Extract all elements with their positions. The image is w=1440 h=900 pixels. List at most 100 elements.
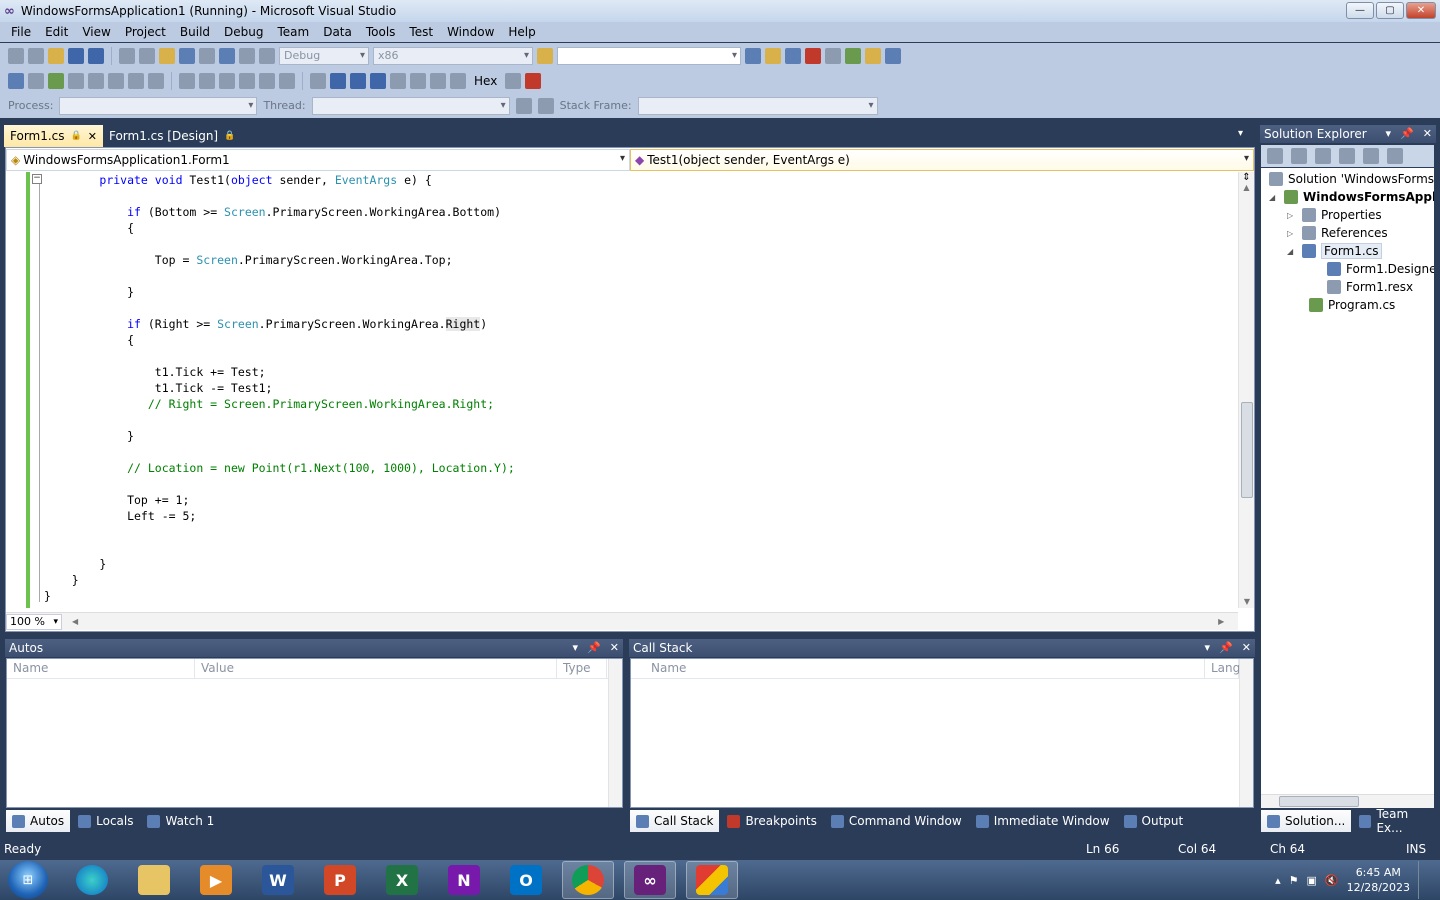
scroll-down-icon[interactable]: ▼ <box>1239 597 1255 606</box>
panel-close-icon[interactable]: ✕ <box>1242 639 1251 657</box>
menu-window[interactable]: Window <box>440 25 501 39</box>
paste-icon[interactable] <box>159 47 175 64</box>
pin-icon[interactable]: 📌 <box>587 639 601 657</box>
extension-icon[interactable] <box>845 47 861 64</box>
scroll-thumb[interactable] <box>1279 796 1359 807</box>
show-next-statement-icon[interactable] <box>390 72 406 89</box>
indent-icon[interactable] <box>108 72 124 89</box>
column-lang[interactable]: Lang <box>1205 659 1240 678</box>
view-code-icon[interactable] <box>1339 148 1355 164</box>
clear-bookmarks-icon[interactable] <box>239 72 255 89</box>
tree-item-form1-resx[interactable]: Form1.resx <box>1327 278 1413 296</box>
navigate-forward-icon[interactable] <box>239 47 255 64</box>
close-tab-icon[interactable]: ✕ <box>88 126 97 147</box>
tab-form1-design[interactable]: Form1.cs [Design] 🔒 <box>103 125 241 147</box>
collapsed-icon[interactable]: ▷ <box>1287 211 1297 220</box>
quick-info-icon[interactable] <box>28 72 44 89</box>
taskbar-media-player[interactable]: ▶ <box>190 861 242 899</box>
tab-watch1[interactable]: Watch 1 <box>141 810 220 832</box>
pin-icon[interactable]: 📌 <box>1219 639 1233 657</box>
panel-close-icon[interactable]: ✕ <box>1423 125 1432 143</box>
scroll-right-icon[interactable]: ▶ <box>1218 617 1224 626</box>
stop-debugging-icon[interactable] <box>350 72 366 89</box>
cut-icon[interactable] <box>119 47 135 64</box>
expanded-icon[interactable]: ◢ <box>1269 193 1279 202</box>
step-into-icon[interactable] <box>410 72 426 89</box>
class-combo[interactable]: ◈ WindowsFormsApplication1.Form1 <box>6 149 630 171</box>
restart-icon[interactable] <box>370 72 386 89</box>
tree-item-form1-designer[interactable]: Form1.Designer <box>1327 260 1434 278</box>
team-explorer-icon[interactable] <box>865 47 881 64</box>
taskbar-excel[interactable]: X <box>376 861 428 899</box>
bookmark-icon[interactable] <box>179 72 195 89</box>
tab-immediate-window[interactable]: Immediate Window <box>970 810 1116 832</box>
view-designer-icon[interactable] <box>1363 148 1379 164</box>
column-value[interactable]: Value <box>195 659 557 678</box>
configuration-combo[interactable]: Debug <box>279 46 369 65</box>
menu-view[interactable]: View <box>75 25 117 39</box>
find-combo[interactable] <box>557 46 741 65</box>
taskbar-powerpoint[interactable]: P <box>314 861 366 899</box>
member-combo[interactable]: ◆ Test1(object sender, EventArgs e) <box>630 149 1254 171</box>
tree-item-program-cs[interactable]: Program.cs <box>1309 296 1395 314</box>
show-threads-icon[interactable] <box>505 72 522 89</box>
menu-debug[interactable]: Debug <box>217 25 270 39</box>
tab-solution[interactable]: Solution... <box>1261 810 1352 832</box>
toggle-flag-icon[interactable] <box>515 97 532 114</box>
next-bookmark-icon[interactable] <box>219 72 235 89</box>
stack-frame-combo[interactable] <box>637 96 878 115</box>
redo-icon[interactable] <box>199 47 215 64</box>
tab-team-explorer[interactable]: Team Ex... <box>1353 807 1440 835</box>
minimize-button[interactable]: — <box>1346 2 1374 19</box>
tab-dropdown-icon[interactable]: ▾ <box>1238 128 1243 139</box>
show-desktop-button[interactable] <box>1418 861 1428 899</box>
panel-dropdown-icon[interactable]: ▾ <box>1386 125 1392 143</box>
navigate-icon[interactable] <box>219 47 235 64</box>
taskbar-word[interactable]: W <box>252 861 304 899</box>
clock[interactable]: 6:45 AM 12/28/2023 <box>1347 865 1410 895</box>
volume-muted-icon[interactable]: 🔇 <box>1325 874 1339 887</box>
tree-item-properties[interactable]: ▷ Properties <box>1287 206 1382 224</box>
callstack-scrollbar[interactable] <box>1239 659 1253 807</box>
menu-project[interactable]: Project <box>118 25 173 39</box>
taskbar-winforms-app[interactable] <box>686 861 738 899</box>
editor-vertical-scrollbar[interactable]: ⇕ ▲ ▼ <box>1238 172 1254 608</box>
tree-item-form1-cs[interactable]: ◢ Form1.cs <box>1287 242 1382 260</box>
scroll-left-icon[interactable]: ◀ <box>72 617 78 626</box>
panel-dropdown-icon[interactable]: ▾ <box>573 639 579 657</box>
prev-bookmark-icon[interactable] <box>199 72 215 89</box>
close-button[interactable]: ✕ <box>1406 2 1436 19</box>
breakpoints-icon[interactable] <box>525 72 542 89</box>
thread-combo[interactable] <box>311 96 510 115</box>
break-all-icon[interactable] <box>330 72 346 89</box>
taskbar-outlook[interactable]: O <box>500 861 552 899</box>
properties-icon[interactable] <box>1267 148 1283 164</box>
pin-icon[interactable]: 📌 <box>1400 125 1414 143</box>
panel-close-icon[interactable]: ✕ <box>610 639 619 657</box>
taskbar-visual-studio[interactable]: ∞ <box>624 861 676 899</box>
word-complete-icon[interactable] <box>68 72 84 89</box>
taskbar-onenote[interactable]: N <box>438 861 490 899</box>
find-in-files-icon[interactable] <box>537 47 553 64</box>
start-debugging-icon[interactable] <box>259 47 275 64</box>
menu-help[interactable]: Help <box>501 25 542 39</box>
solution-explorer-icon[interactable] <box>745 47 761 64</box>
zoom-combo[interactable]: 100 % <box>6 613 62 630</box>
toolbox-icon[interactable] <box>805 47 821 64</box>
taskbar-chrome[interactable] <box>562 861 614 899</box>
network-icon[interactable]: ▣ <box>1306 874 1316 887</box>
process-combo[interactable] <box>59 96 258 115</box>
save-icon[interactable] <box>68 47 84 64</box>
flag-threads-icon[interactable] <box>537 97 554 114</box>
tree-item-project[interactable]: ◢ WindowsFormsApplica <box>1269 188 1434 206</box>
taskbar-edge[interactable] <box>66 861 118 899</box>
parameter-info-icon[interactable] <box>48 72 64 89</box>
platform-combo[interactable]: x86 <box>373 46 533 65</box>
solution-horizontal-scrollbar[interactable] <box>1261 794 1434 808</box>
step-over-icon[interactable] <box>430 72 446 89</box>
maximize-button[interactable]: ▢ <box>1376 2 1404 19</box>
menu-test[interactable]: Test <box>402 25 440 39</box>
column-name[interactable]: Name <box>645 659 1205 678</box>
object-browser-icon[interactable] <box>785 47 801 64</box>
properties-icon[interactable] <box>765 47 781 64</box>
